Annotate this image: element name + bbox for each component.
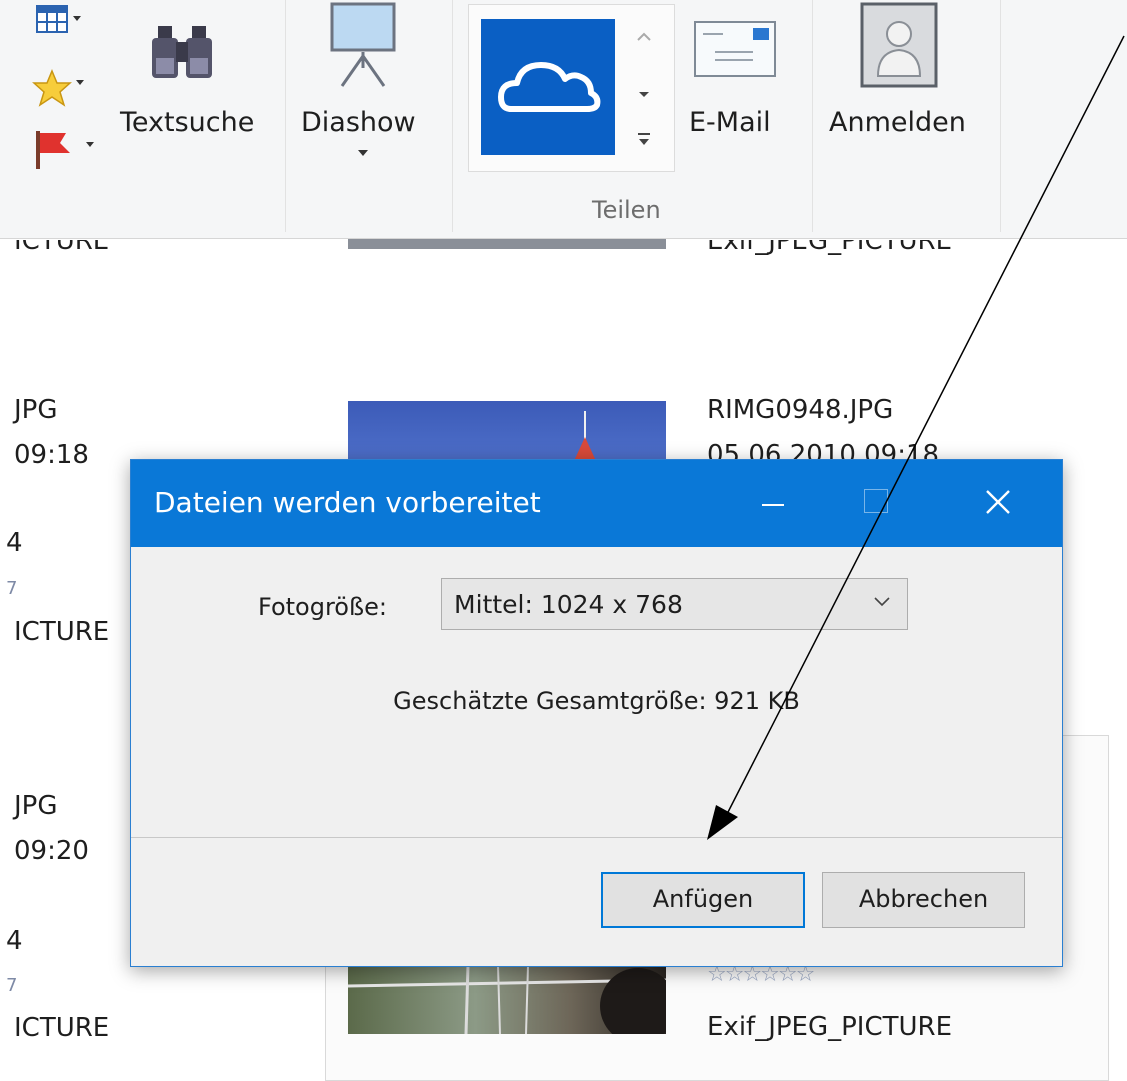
annotation-arrow [707,35,1125,840]
